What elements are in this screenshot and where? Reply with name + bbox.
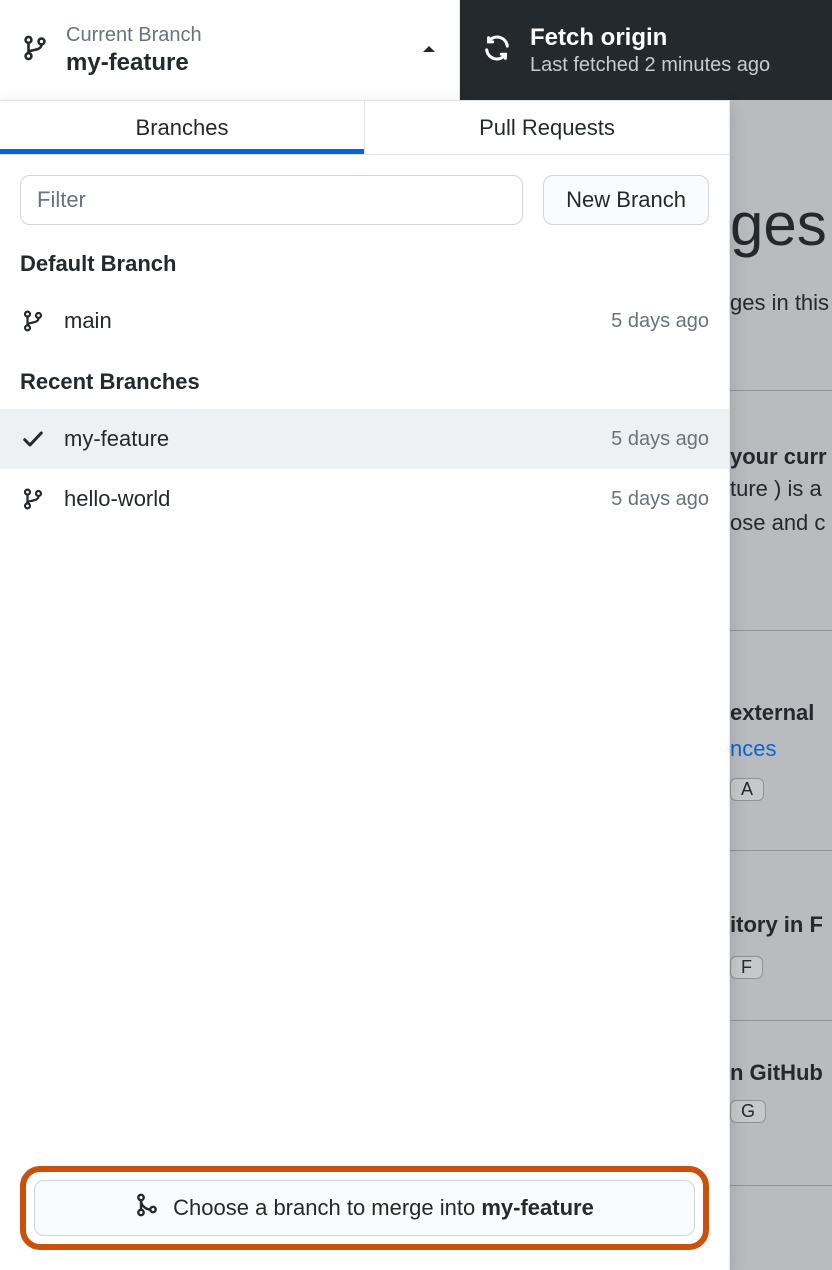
bg-heading: ges xyxy=(730,190,832,259)
background-obscured-content: ges ges in this your curr ture ) is a os… xyxy=(730,100,832,1270)
bg-text: your curr xyxy=(730,444,832,470)
tab-pull-requests[interactable]: Pull Requests xyxy=(365,101,729,154)
current-branch-value: my-feature xyxy=(66,49,403,77)
merge-button-highlight: Choose a branch to merge into my-feature xyxy=(20,1166,709,1250)
bg-text: external xyxy=(730,700,832,726)
topbar: Current Branch my-feature Fetch origin L… xyxy=(0,0,832,100)
branch-time: 5 days ago xyxy=(611,488,709,511)
merge-into-branch-button[interactable]: Choose a branch to merge into my-feature xyxy=(34,1180,695,1236)
merge-button-label: Choose a branch to merge into my-feature xyxy=(173,1195,594,1221)
panel-tabs: Branches Pull Requests xyxy=(0,101,729,155)
bg-text: ose and c xyxy=(730,510,832,536)
fetch-origin-subtitle: Last fetched 2 minutes ago xyxy=(530,54,770,77)
section-recent-branches: Recent Branches xyxy=(0,351,729,409)
merge-icon xyxy=(135,1193,159,1223)
bg-text: ges in this xyxy=(730,290,832,316)
branch-icon xyxy=(20,310,46,332)
bg-separator xyxy=(730,1185,832,1186)
bg-separator xyxy=(730,630,832,631)
fetch-origin-button[interactable]: Fetch origin Last fetched 2 minutes ago xyxy=(460,0,832,100)
chevron-up-icon xyxy=(421,41,437,59)
branch-row-my-feature[interactable]: my-feature 5 days ago xyxy=(0,409,729,469)
current-branch-label: Current Branch xyxy=(66,24,403,47)
filter-input[interactable] xyxy=(20,175,523,225)
branch-name: hello-world xyxy=(64,486,593,512)
branch-icon xyxy=(20,488,46,510)
bg-kbd: F xyxy=(730,956,832,979)
new-branch-button[interactable]: New Branch xyxy=(543,175,709,225)
branch-name: my-feature xyxy=(64,426,593,452)
bg-separator xyxy=(730,850,832,851)
bg-link: nces xyxy=(730,736,832,762)
fetch-origin-title: Fetch origin xyxy=(530,24,770,52)
tab-branches[interactable]: Branches xyxy=(0,101,365,154)
branch-name: main xyxy=(64,308,593,334)
check-icon xyxy=(20,427,46,451)
branch-icon xyxy=(22,35,48,66)
sync-icon xyxy=(482,33,512,68)
section-default-branch: Default Branch xyxy=(0,245,729,291)
bg-kbd: G xyxy=(730,1100,832,1123)
bg-text: itory in F xyxy=(730,912,832,938)
branch-row-main[interactable]: main 5 days ago xyxy=(0,291,729,351)
bg-separator xyxy=(730,390,832,391)
bg-kbd: A xyxy=(730,778,832,801)
branch-row-hello-world[interactable]: hello-world 5 days ago xyxy=(0,469,729,529)
current-branch-selector[interactable]: Current Branch my-feature xyxy=(0,0,460,100)
bg-text: ture ) is a xyxy=(730,476,832,502)
branch-time: 5 days ago xyxy=(611,310,709,333)
bg-text: n GitHub xyxy=(730,1060,832,1086)
bg-separator xyxy=(730,1020,832,1021)
branch-dropdown-panel: Branches Pull Requests New Branch Defaul… xyxy=(0,100,730,1270)
branch-time: 5 days ago xyxy=(611,428,709,451)
